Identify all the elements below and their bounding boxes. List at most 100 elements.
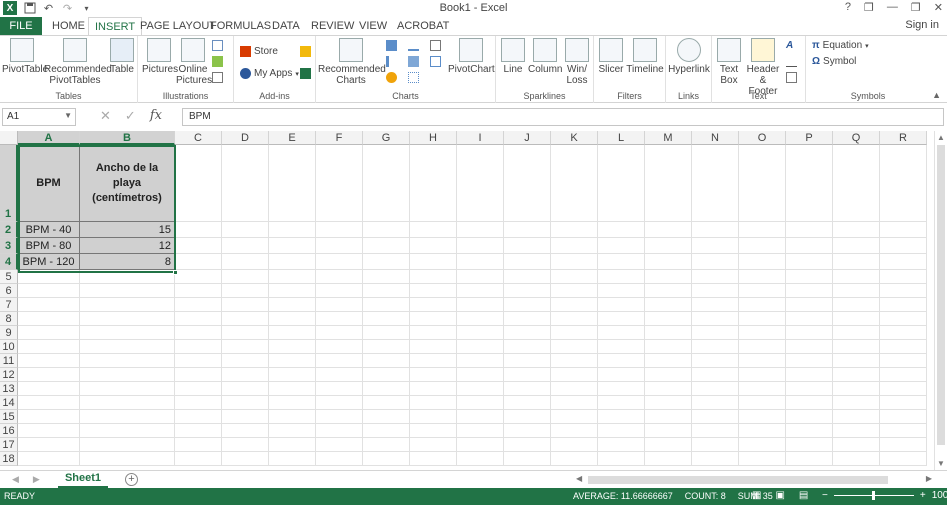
close-button[interactable]: ✕ — [934, 1, 943, 14]
cell-r11[interactable] — [880, 354, 927, 368]
row-header-11[interactable]: 11 — [0, 354, 18, 368]
cell-p11[interactable] — [786, 354, 833, 368]
cell-g18[interactable] — [363, 452, 410, 466]
cell-k9[interactable] — [551, 326, 598, 340]
cell-r17[interactable] — [880, 438, 927, 452]
cell-b5[interactable] — [80, 270, 175, 284]
row-header-6[interactable]: 6 — [0, 284, 18, 298]
cell-e11[interactable] — [269, 354, 316, 368]
cell-g1[interactable] — [363, 145, 410, 222]
cell-h2[interactable] — [410, 222, 457, 238]
symbol-button[interactable]: Ω Symbol — [812, 56, 856, 67]
cell-j1[interactable] — [504, 145, 551, 222]
row-header-9[interactable]: 9 — [0, 326, 18, 340]
cell-l16[interactable] — [598, 424, 645, 438]
cell-m7[interactable] — [645, 298, 692, 312]
cell-e13[interactable] — [269, 382, 316, 396]
area-chart-button[interactable] — [408, 56, 419, 67]
cell-e7[interactable] — [269, 298, 316, 312]
people-graph-button[interactable] — [300, 68, 311, 79]
cell-p2[interactable] — [786, 222, 833, 238]
pivottable-button[interactable]: PivotTable — [2, 38, 48, 75]
cell-d1[interactable] — [222, 145, 269, 222]
cell-b4[interactable]: 8 — [80, 254, 175, 270]
cell-d8[interactable] — [222, 312, 269, 326]
cell-i14[interactable] — [457, 396, 504, 410]
cell-e10[interactable] — [269, 340, 316, 354]
cell-p3[interactable] — [786, 238, 833, 254]
cell-m1[interactable] — [645, 145, 692, 222]
cell-o3[interactable] — [739, 238, 786, 254]
cell-j9[interactable] — [504, 326, 551, 340]
cell-i13[interactable] — [457, 382, 504, 396]
online-pictures-button[interactable]: Online Pictures — [176, 38, 212, 86]
cell-d11[interactable] — [222, 354, 269, 368]
cell-j10[interactable] — [504, 340, 551, 354]
row-header-1[interactable]: 1 — [0, 145, 18, 222]
chevron-down-icon[interactable]: ▼ — [64, 111, 72, 120]
cell-f3[interactable] — [316, 238, 363, 254]
cell-k4[interactable] — [551, 254, 598, 270]
cell-c13[interactable] — [175, 382, 222, 396]
cell-f11[interactable] — [316, 354, 363, 368]
cell-o7[interactable] — [739, 298, 786, 312]
cell-l10[interactable] — [598, 340, 645, 354]
cell-j8[interactable] — [504, 312, 551, 326]
cell-c16[interactable] — [175, 424, 222, 438]
row-header-10[interactable]: 10 — [0, 340, 18, 354]
cell-c11[interactable] — [175, 354, 222, 368]
cell-g16[interactable] — [363, 424, 410, 438]
cell-g11[interactable] — [363, 354, 410, 368]
cell-b16[interactable] — [80, 424, 175, 438]
cell-h17[interactable] — [410, 438, 457, 452]
horizontal-scrollbar[interactable]: ◀ ▶ — [576, 474, 932, 486]
cell-k6[interactable] — [551, 284, 598, 298]
cell-e9[interactable] — [269, 326, 316, 340]
cell-f15[interactable] — [316, 410, 363, 424]
cell-j5[interactable] — [504, 270, 551, 284]
scroll-down-icon[interactable]: ▼ — [935, 459, 947, 468]
cell-g7[interactable] — [363, 298, 410, 312]
cell-a16[interactable] — [18, 424, 80, 438]
cell-g10[interactable] — [363, 340, 410, 354]
cell-m4[interactable] — [645, 254, 692, 270]
cell-k11[interactable] — [551, 354, 598, 368]
cell-h7[interactable] — [410, 298, 457, 312]
minimize-button[interactable]: — — [887, 1, 898, 14]
cell-o11[interactable] — [739, 354, 786, 368]
cell-d9[interactable] — [222, 326, 269, 340]
cell-n14[interactable] — [692, 396, 739, 410]
cell-q8[interactable] — [833, 312, 880, 326]
cell-k12[interactable] — [551, 368, 598, 382]
cell-k13[interactable] — [551, 382, 598, 396]
wordart-button[interactable]: A — [786, 40, 793, 51]
cell-e6[interactable] — [269, 284, 316, 298]
cell-l13[interactable] — [598, 382, 645, 396]
cell-m10[interactable] — [645, 340, 692, 354]
column-header-k[interactable]: K — [551, 131, 598, 145]
pie-chart-button[interactable] — [386, 72, 397, 83]
cell-g15[interactable] — [363, 410, 410, 424]
row-header-2[interactable]: 2 — [0, 222, 18, 238]
cell-j16[interactable] — [504, 424, 551, 438]
cell-k3[interactable] — [551, 238, 598, 254]
cell-d13[interactable] — [222, 382, 269, 396]
cell-j15[interactable] — [504, 410, 551, 424]
cell-k8[interactable] — [551, 312, 598, 326]
cell-q16[interactable] — [833, 424, 880, 438]
cell-n17[interactable] — [692, 438, 739, 452]
cell-m2[interactable] — [645, 222, 692, 238]
cell-d4[interactable] — [222, 254, 269, 270]
cell-b6[interactable] — [80, 284, 175, 298]
cell-j6[interactable] — [504, 284, 551, 298]
cell-q1[interactable] — [833, 145, 880, 222]
cell-m17[interactable] — [645, 438, 692, 452]
cell-n16[interactable] — [692, 424, 739, 438]
cell-m14[interactable] — [645, 396, 692, 410]
bar-chart-button[interactable] — [386, 56, 397, 67]
cell-h5[interactable] — [410, 270, 457, 284]
line-chart-button[interactable] — [408, 40, 419, 51]
cell-p5[interactable] — [786, 270, 833, 284]
column-header-g[interactable]: G — [363, 131, 410, 145]
cell-a14[interactable] — [18, 396, 80, 410]
